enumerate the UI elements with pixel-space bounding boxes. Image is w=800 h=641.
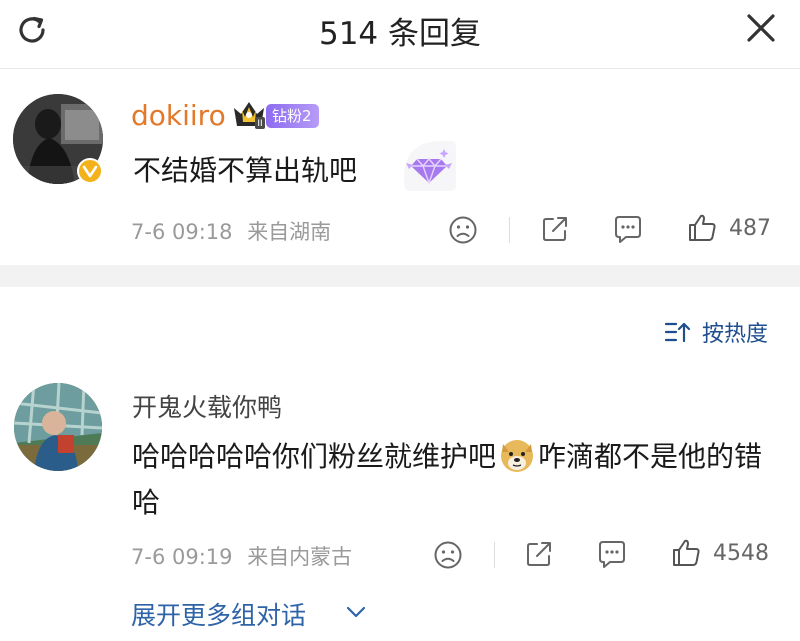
comment-meta: 7-6 09:19 来自内蒙古 — [131, 541, 352, 571]
diamond-icon — [403, 141, 456, 191]
comment-time: 7-6 09:18 — [131, 220, 233, 244]
expand-more-conversations-link[interactable]: 展开更多组对话 — [131, 596, 306, 632]
sort-by-hot-button[interactable]: 按热度 — [702, 316, 768, 348]
share-icon[interactable] — [524, 539, 554, 569]
close-icon[interactable] — [744, 11, 778, 45]
header-divider — [0, 68, 800, 69]
like-count: 487 — [729, 216, 771, 241]
comment-icon[interactable] — [612, 214, 644, 244]
share-icon[interactable] — [540, 214, 570, 244]
comment-meta: 7-6 09:18 来自湖南 — [131, 216, 331, 246]
action-divider — [494, 542, 495, 568]
chevron-down-icon[interactable] — [345, 605, 367, 619]
comment-icon[interactable] — [596, 539, 628, 569]
verified-badge-icon — [77, 158, 103, 184]
header-bar: 514 条回复 — [0, 0, 800, 68]
dislike-face-icon[interactable] — [433, 540, 463, 570]
like-count: 4548 — [713, 541, 769, 566]
fan-level-badge: 钻粉2 — [266, 104, 319, 128]
comment-username[interactable]: dokiiro — [131, 99, 226, 132]
crown-icon: II — [234, 102, 265, 129]
like-thumb-icon[interactable] — [670, 537, 702, 569]
avatar[interactable] — [14, 383, 102, 471]
dislike-face-icon[interactable] — [448, 215, 478, 245]
comment-time: 7-6 09:19 — [131, 545, 233, 569]
action-divider — [509, 217, 510, 243]
section-divider — [0, 265, 800, 287]
sort-icon[interactable] — [664, 320, 692, 344]
like-thumb-icon[interactable] — [686, 212, 718, 244]
comment-text: 哈哈哈哈哈你们粉丝就维护吧 咋滴都不是他的错哈 — [132, 434, 782, 526]
svg-text:II: II — [257, 119, 262, 129]
comment-username[interactable]: 开鬼火载你鸭 — [132, 388, 282, 424]
page-title: 514 条回复 — [318, 16, 482, 52]
comment-text: 不结婚不算出轨吧 — [133, 154, 358, 187]
comment-location: 来自湖南 — [247, 220, 332, 244]
doge-emoji — [501, 440, 534, 472]
comment-text-part: 哈哈哈哈哈你们粉丝就维护吧 — [132, 440, 497, 473]
comment-location: 来自内蒙古 — [247, 545, 353, 569]
